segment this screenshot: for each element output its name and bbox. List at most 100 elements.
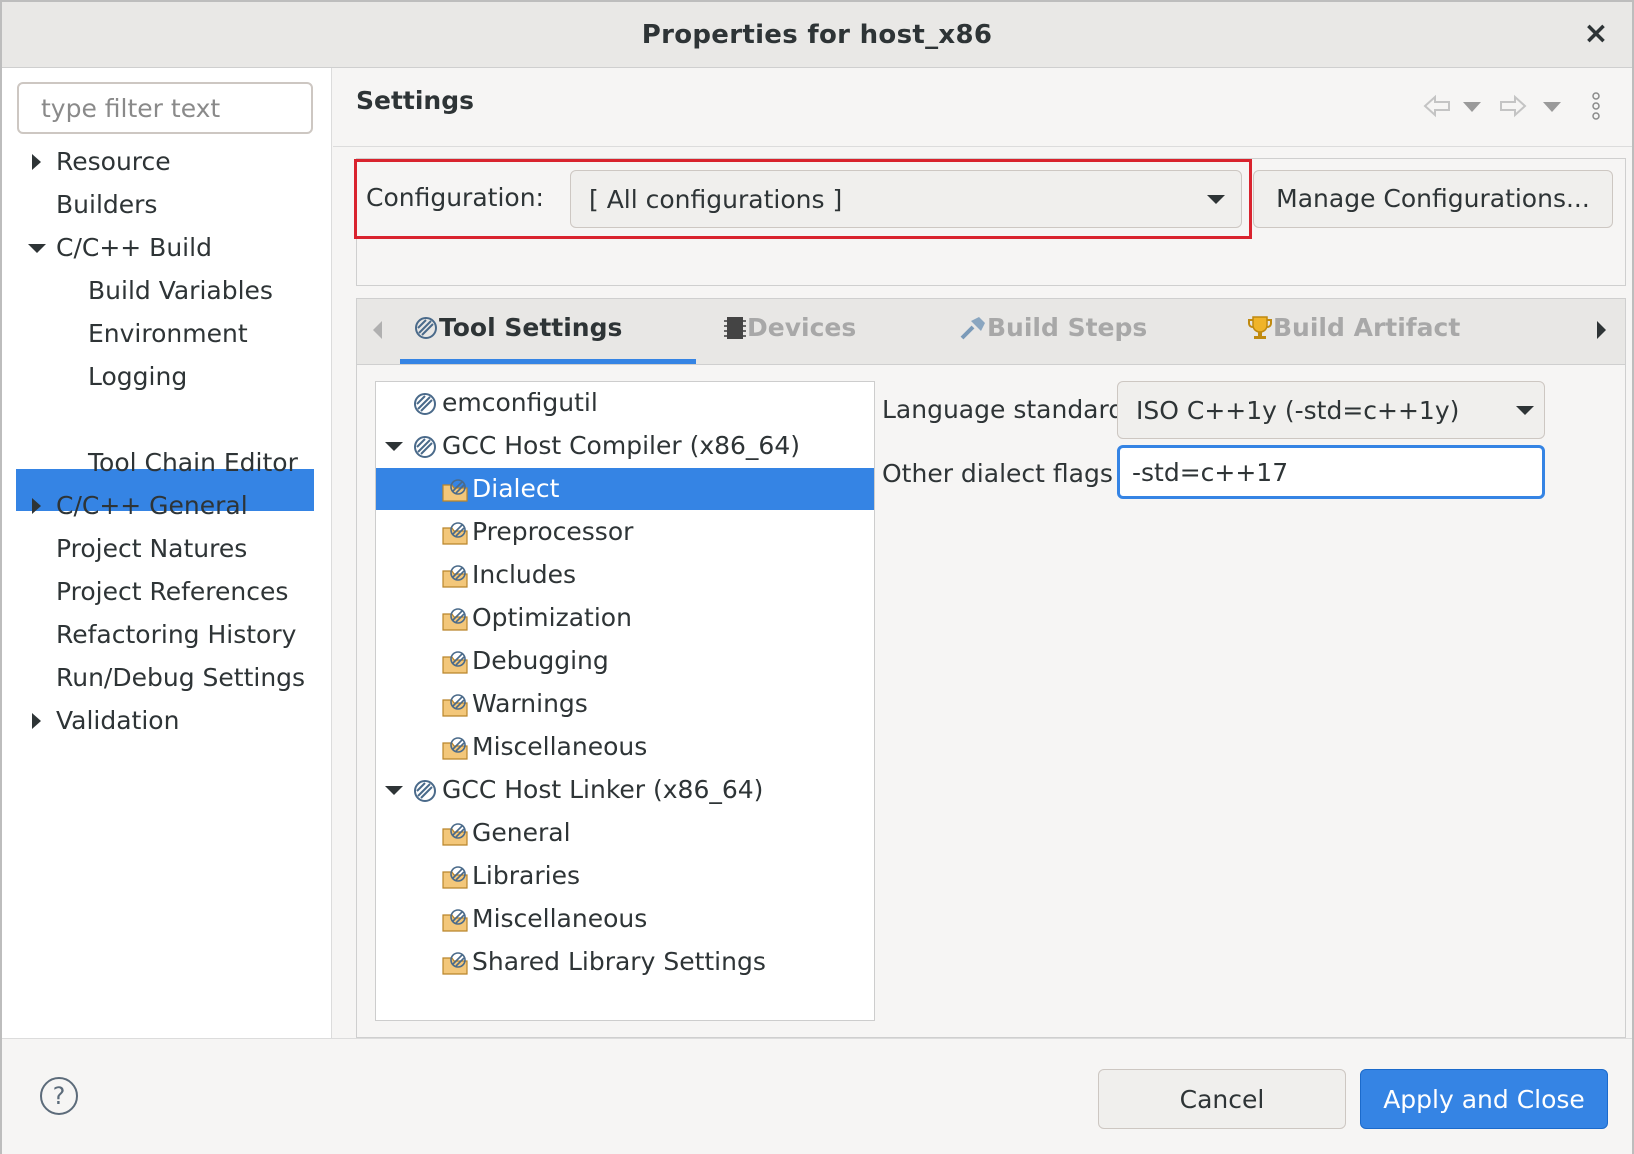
cancel-button[interactable]: Cancel	[1098, 1069, 1346, 1129]
configuration-select[interactable]: [ All configurations ]	[570, 170, 1242, 228]
tab-build-steps[interactable]: Build Steps	[959, 313, 1147, 342]
tree-item-label: Miscellaneous	[472, 732, 648, 761]
tree-item-gcc-host-linker-x86-64[interactable]: GCC Host Linker (x86_64)	[376, 769, 874, 811]
nav-item-label: Resource	[56, 147, 171, 176]
property-page-tree: Resource Builders C/C++ Build Build Variabl…	[2, 68, 332, 1038]
option-category-icon	[442, 608, 468, 631]
close-button[interactable]: ×	[1578, 16, 1614, 52]
tab-scroll-left-icon[interactable]	[373, 321, 382, 339]
tree-item-shared-library-settings[interactable]: Shared Library Settings	[376, 941, 874, 983]
option-category-icon	[442, 565, 468, 588]
nav-item-label: Build Variables	[88, 276, 273, 305]
tree-item-emconfigutil[interactable]: emconfigutil	[376, 382, 874, 424]
chevron-down-icon[interactable]	[385, 786, 403, 795]
tree-item-label: Preprocessor	[472, 517, 634, 546]
other-dialect-flags-input[interactable]	[1117, 445, 1545, 499]
filter-input[interactable]	[17, 82, 313, 134]
option-category-icon	[442, 952, 468, 975]
tab-strip: Tool Settings Devices Build Steps Build …	[357, 299, 1625, 365]
tab-scroll-right-icon[interactable]	[1597, 321, 1606, 339]
button-bar: ? Cancel Apply and Close	[2, 1038, 1632, 1154]
nav-item-label: Validation	[56, 706, 180, 735]
apply-and-close-button[interactable]: Apply and Close	[1360, 1069, 1608, 1129]
nav-item-label: Project Natures	[56, 534, 248, 563]
tree-item-preprocessor[interactable]: Preprocessor	[376, 511, 874, 553]
configuration-label: Configuration:	[366, 183, 544, 212]
more-vertical-icon[interactable]	[1591, 92, 1601, 120]
tool-settings-tree: emconfigutil GCC Host Compiler (x86_64) Di…	[375, 381, 875, 1021]
tree-item-label: General	[472, 818, 571, 847]
option-category-icon	[442, 737, 468, 760]
manage-configurations-button[interactable]: Manage Configurations...	[1253, 170, 1613, 228]
chevron-down-icon	[1516, 406, 1534, 415]
tool-icon	[414, 780, 436, 802]
tool-settings-icon	[415, 317, 437, 339]
page-title: Settings	[356, 86, 475, 115]
option-category-icon	[442, 909, 468, 932]
configuration-value: [ All configurations ]	[589, 185, 843, 214]
option-category-icon	[442, 866, 468, 889]
tree-item-label: GCC Host Linker (x86_64)	[442, 775, 764, 804]
tree-item-warnings[interactable]: Warnings	[376, 683, 874, 725]
nav-item-label: C/C++ Build	[56, 233, 212, 262]
nav-item-label: Logging	[88, 362, 188, 391]
nav-item-label: Settings	[88, 405, 191, 434]
option-category-icon	[442, 479, 468, 502]
back-history-dropdown-icon[interactable]	[1463, 102, 1481, 112]
tab-devices[interactable]: Devices	[723, 313, 856, 342]
tree-item-label: Miscellaneous	[472, 904, 648, 933]
tool-icon	[414, 393, 436, 415]
nav-item-label: Project References	[56, 577, 289, 606]
nav-item-label: Environment	[88, 319, 248, 348]
language-standard-value: ISO C++1y (-std=c++1y)	[1136, 396, 1460, 425]
tree-item-label: Includes	[472, 560, 577, 589]
nav-item-label: Tool Chain Editor	[88, 448, 298, 477]
tree-item-includes[interactable]: Includes	[376, 554, 874, 596]
header-separator	[333, 146, 1632, 147]
tab-tool-settings[interactable]: Tool Settings	[413, 313, 622, 342]
chevron-right-icon[interactable]	[28, 142, 44, 182]
tree-item-optimization[interactable]: Optimization	[376, 597, 874, 639]
tree-item-label: Warnings	[472, 689, 588, 718]
build-steps-icon	[960, 317, 985, 340]
tool-icon	[414, 436, 436, 458]
tree-item-miscellaneous[interactable]: Miscellaneous	[376, 898, 874, 940]
chevron-right-icon[interactable]	[28, 486, 44, 526]
option-category-icon	[442, 823, 468, 846]
window-title: Properties for host_x86	[641, 20, 993, 50]
other-dialect-flags-label: Other dialect flags	[882, 459, 1113, 488]
language-standard-label: Language standard	[882, 395, 1125, 424]
tree-item-miscellaneous[interactable]: Miscellaneous	[376, 726, 874, 768]
tree-item-label: GCC Host Compiler (x86_64)	[442, 431, 800, 460]
chevron-down-icon[interactable]	[385, 442, 403, 451]
option-category-icon	[442, 694, 468, 717]
forward-history-dropdown-icon[interactable]	[1543, 102, 1561, 112]
nav-item-label: C/C++ General	[56, 491, 248, 520]
active-tab-indicator	[400, 359, 696, 364]
tree-item-dialect[interactable]: Dialect	[376, 468, 874, 510]
chevron-down-icon[interactable]	[28, 228, 46, 268]
tree-item-debugging[interactable]: Debugging	[376, 640, 874, 682]
title-bar: Properties for host_x86 ×	[2, 2, 1632, 68]
help-icon[interactable]: ?	[40, 1077, 78, 1115]
trophy-icon	[1248, 316, 1272, 339]
chevron-down-icon	[1207, 195, 1225, 204]
nav-item-label: Run/Debug Settings	[56, 663, 306, 692]
tree-item-gcc-host-compiler-x86-64[interactable]: GCC Host Compiler (x86_64)	[376, 425, 874, 467]
forward-arrow-icon[interactable]	[1499, 94, 1527, 118]
nav-item-label: Builders	[56, 190, 158, 219]
tree-item-label: Optimization	[472, 603, 632, 632]
settings-page: Settings Configuration: [ All configurat…	[333, 68, 1632, 1038]
chevron-right-icon[interactable]	[28, 701, 44, 741]
properties-dialog: Properties for host_x86 × Resource Builde…	[0, 0, 1634, 1154]
tab-label: Tool Settings	[439, 313, 623, 342]
nav-item-label: Refactoring History	[56, 620, 297, 649]
option-category-icon	[442, 522, 468, 545]
tree-item-general[interactable]: General	[376, 812, 874, 854]
tree-item-label: emconfigutil	[442, 388, 598, 417]
language-standard-select[interactable]: ISO C++1y (-std=c++1y)	[1117, 381, 1545, 439]
tree-item-libraries[interactable]: Libraries	[376, 855, 874, 897]
tab-build-artifact[interactable]: Build Artifact	[1247, 313, 1460, 342]
option-category-icon	[442, 651, 468, 674]
back-arrow-icon[interactable]	[1423, 94, 1451, 118]
